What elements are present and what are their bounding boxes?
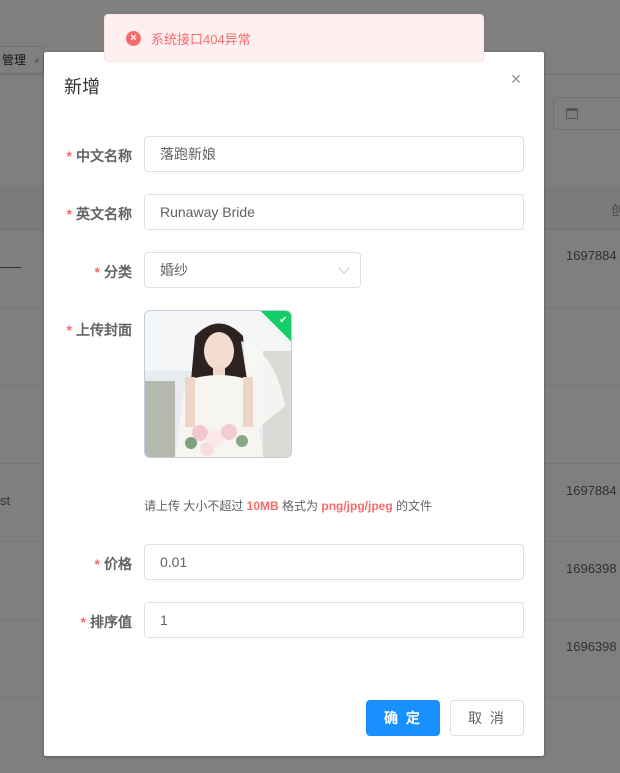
name-cn-label: * 中文名称 — [66, 148, 132, 164]
cover-upload[interactable]: ✔ — [144, 310, 292, 458]
cover-image — [145, 311, 291, 457]
check-icon: ✔ — [279, 314, 288, 326]
category-value: 婚纱 — [160, 262, 188, 278]
category-select[interactable]: 婚纱 — [144, 252, 361, 288]
add-dialog: 新增 × * 中文名称 落跑新娘 * 英文名称 Runaway Bride * 分类 … — [44, 52, 544, 756]
confirm-button[interactable]: 确 定 — [366, 700, 440, 736]
name-en-label: * 英文名称 — [66, 206, 132, 222]
chevron-down-icon — [338, 262, 350, 274]
category-label: * 分类 — [94, 264, 132, 280]
close-icon[interactable]: × — [508, 70, 524, 88]
close-circle-icon: × — [126, 30, 141, 46]
price-input[interactable]: 0.01 — [144, 544, 524, 580]
name-cn-input[interactable]: 落跑新娘 — [144, 136, 524, 172]
cover-label: * 上传封面 — [66, 322, 132, 338]
error-message: × 系统接口404异常 — [104, 14, 484, 62]
price-label: * 价格 — [94, 556, 132, 572]
name-en-input[interactable]: Runaway Bride — [144, 194, 524, 230]
upload-tip: 请上传 大小不超过 10MB 格式为 png/jpg/jpeg 的文件 — [144, 499, 433, 513]
cancel-button[interactable]: 取 消 — [450, 700, 524, 736]
dialog-title: 新增 — [64, 77, 100, 97]
error-message-text: 系统接口404异常 — [151, 31, 251, 47]
sort-label: * 排序值 — [80, 614, 132, 630]
sort-input[interactable]: 1 — [144, 602, 524, 638]
